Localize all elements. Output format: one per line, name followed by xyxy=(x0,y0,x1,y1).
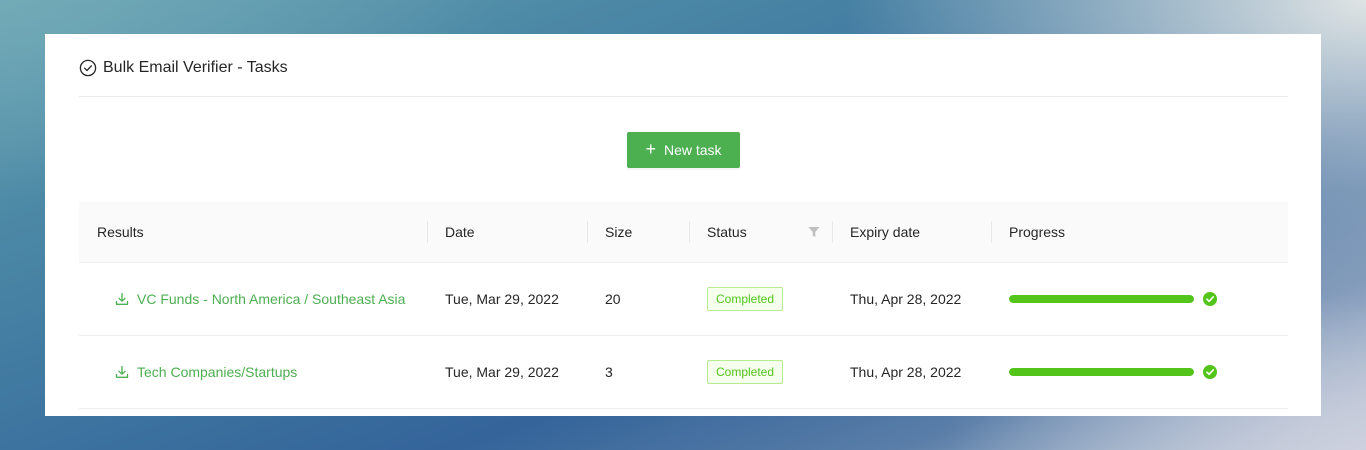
plus-icon: + xyxy=(645,139,656,159)
progress-cell xyxy=(991,263,1288,335)
tasks-card: Bulk Email Verifier - Tasks + New task R… xyxy=(45,34,1321,416)
column-header-results: Results xyxy=(97,224,144,240)
result-cell: VC Funds - North America / Southeast Asi… xyxy=(79,263,427,335)
expiry-date-cell: Thu, Apr 28, 2022 xyxy=(850,291,962,307)
size-cell: 20 xyxy=(605,291,621,307)
date-cell: Tue, Mar 29, 2022 xyxy=(445,291,559,307)
result-name: VC Funds - North America / Southeast Asi… xyxy=(137,291,406,307)
progress xyxy=(1009,292,1217,306)
column-header-expiry-date: Expiry date xyxy=(832,202,991,262)
column-header-progress: Progress xyxy=(991,202,1288,262)
card-header: Bulk Email Verifier - Tasks xyxy=(79,56,1288,97)
status-badge: Completed xyxy=(707,287,784,311)
progress-fill xyxy=(1009,295,1194,303)
download-icon xyxy=(115,365,129,378)
progress xyxy=(1009,365,1217,379)
progress-cell xyxy=(991,336,1288,408)
page-title: Bulk Email Verifier - Tasks xyxy=(103,59,288,76)
column-header-size: Size xyxy=(587,202,689,262)
status-cell: Completed xyxy=(689,336,832,408)
expiry-date-cell: Thu, Apr 28, 2022 xyxy=(850,364,962,380)
column-header-status: Status xyxy=(689,202,832,262)
result-name: Tech Companies/Startups xyxy=(137,364,298,380)
table-row: Tech Companies/Startups Tue, Mar 29, 202… xyxy=(79,336,1288,409)
new-task-label: New task xyxy=(663,142,722,158)
table-row: VC Funds - North America / Southeast Asi… xyxy=(79,263,1288,336)
size-cell: 3 xyxy=(605,364,613,380)
progress-bar xyxy=(1009,368,1194,376)
date-cell: Tue, Mar 29, 2022 xyxy=(445,364,559,380)
status-badge: Completed xyxy=(707,360,784,384)
check-circle-icon xyxy=(79,59,97,77)
tasks-table: Results Date Size Status Expiry date Pro… xyxy=(79,202,1288,409)
check-circle-filled-icon xyxy=(1203,365,1217,379)
download-result-link[interactable]: VC Funds - North America / Southeast Asi… xyxy=(115,291,405,307)
new-task-button[interactable]: + New task xyxy=(627,132,740,168)
progress-fill xyxy=(1009,368,1194,376)
status-cell: Completed xyxy=(689,263,832,335)
filter-icon[interactable] xyxy=(808,226,820,238)
column-header-date: Date xyxy=(427,202,587,262)
table-header: Results Date Size Status Expiry date Pro… xyxy=(79,202,1288,263)
check-circle-filled-icon xyxy=(1203,292,1217,306)
progress-bar xyxy=(1009,295,1194,303)
download-icon xyxy=(115,292,129,305)
result-cell: Tech Companies/Startups xyxy=(79,336,427,408)
download-result-link[interactable]: Tech Companies/Startups xyxy=(115,364,297,380)
